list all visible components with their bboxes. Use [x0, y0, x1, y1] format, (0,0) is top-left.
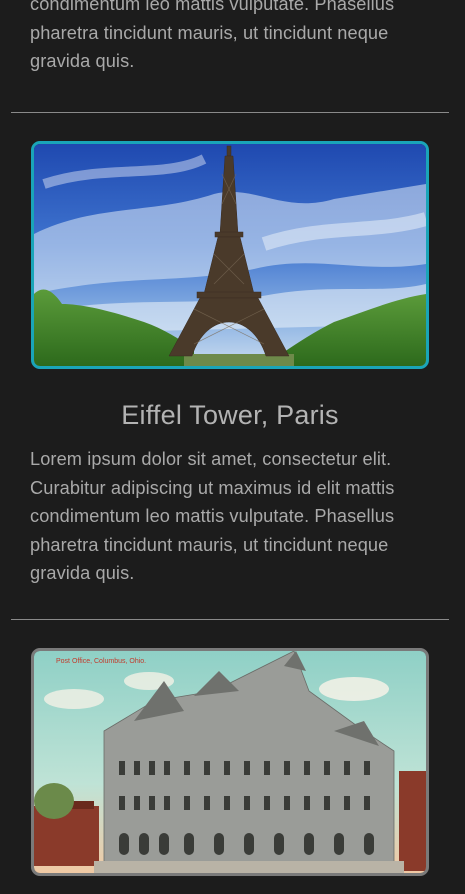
body-line: condimentum leo mattis vulputate. Phasel… — [30, 0, 395, 14]
body-line: gravida quis. — [30, 563, 135, 584]
article-feed[interactable]: condimentum leo mattis vulputate. Phasel… — [0, 0, 465, 894]
divider — [11, 619, 449, 620]
body-line: Lorem ipsum dolor sit amet, consectetur … — [30, 449, 392, 469]
article-body: Lorem ipsum dolor sit amet, consectetur … — [30, 445, 440, 588]
article-body-previous: condimentum leo mattis vulputate. Phasel… — [30, 0, 440, 76]
body-line: Curabitur adipiscing ut maximus id elit … — [30, 477, 395, 498]
post-office-columbus-postcard[interactable]: Post Office, Columbus, Ohio. — [31, 648, 429, 876]
eiffel-tower-photo[interactable] — [31, 141, 429, 369]
postcard-caption: Post Office, Columbus, Ohio. — [56, 658, 146, 665]
divider — [11, 112, 449, 113]
body-line: gravida quis. — [30, 51, 135, 72]
body-line: pharetra tincidunt mauris, ut tincidunt … — [30, 534, 389, 555]
body-line: condimentum leo mattis vulputate. Phasel… — [30, 506, 395, 527]
body-line: pharetra tincidunt mauris, ut tincidunt … — [30, 22, 389, 43]
card-title: Eiffel Tower, Paris — [121, 400, 339, 430]
